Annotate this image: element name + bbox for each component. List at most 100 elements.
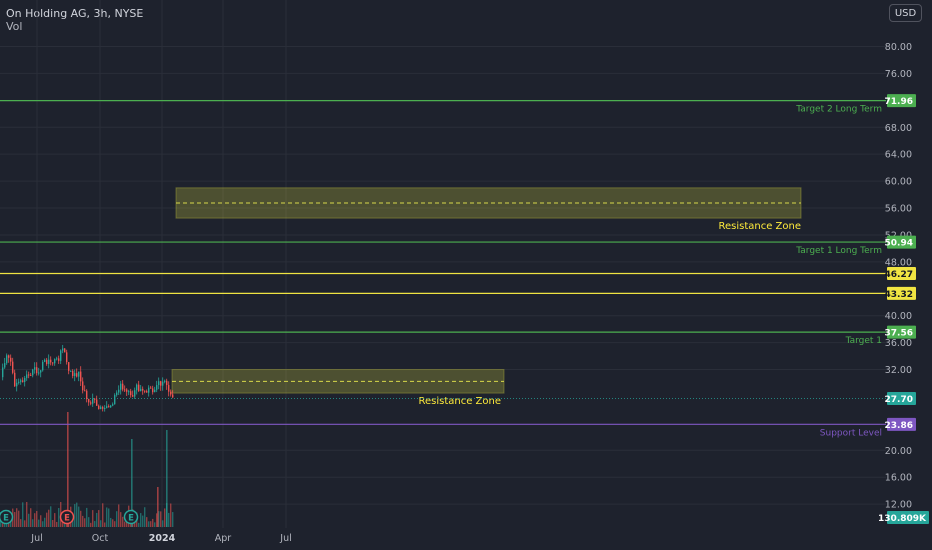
candle-body <box>170 391 172 395</box>
candle-body <box>26 374 28 379</box>
volume-bar <box>98 510 100 527</box>
y-tick-label: 16.00 <box>885 473 912 484</box>
x-tick-label: Oct <box>92 533 109 544</box>
price-level-label: Target 2 Long Term <box>795 105 882 115</box>
candle-body <box>136 384 138 391</box>
volume-bar <box>124 521 126 527</box>
candle-body <box>10 357 12 362</box>
time-axis[interactable]: Jul Oct 2024 Apr Jul <box>30 533 291 544</box>
candle-body <box>62 348 64 351</box>
candle-body <box>104 408 106 410</box>
price-chart[interactable]: Resistance Zone Resistance Zone Target 2 … <box>0 0 932 550</box>
candle-body <box>38 372 40 374</box>
candle-body <box>70 370 72 372</box>
candle-body <box>146 391 148 393</box>
candle-body <box>40 370 42 373</box>
y-tick-label: 48.00 <box>885 257 912 268</box>
candle-body <box>110 405 112 408</box>
volume-bar <box>106 507 108 527</box>
candle-body <box>66 352 68 363</box>
candle-body <box>132 395 134 397</box>
volume-bar <box>88 517 90 527</box>
candle-body <box>44 359 46 362</box>
y-tick-label: 64.00 <box>885 150 912 161</box>
candle-body <box>60 350 62 361</box>
x-tick-label: 2024 <box>149 533 176 544</box>
x-tick-label: Jul <box>30 533 42 544</box>
candle-body <box>120 383 122 390</box>
candle-body <box>20 380 22 382</box>
candle-body <box>108 406 110 408</box>
y-tick-label: 80.00 <box>885 42 912 53</box>
candle-body <box>42 361 44 371</box>
volume-bars <box>0 412 174 527</box>
volume-bar <box>96 512 98 527</box>
candle-body <box>138 384 140 391</box>
volume-bar <box>144 507 146 527</box>
volume-bar <box>54 513 56 527</box>
candle-body <box>92 398 94 404</box>
volume-bar <box>56 521 58 527</box>
candle-body <box>16 382 18 387</box>
candle-body <box>32 369 34 376</box>
volume-bar <box>46 512 48 527</box>
y-tick-label: 60.00 <box>885 177 912 188</box>
volume-bar <box>84 518 86 527</box>
candle-body <box>118 389 120 393</box>
volume-bar <box>38 519 40 527</box>
candle-body <box>172 394 174 398</box>
volume-bar <box>86 507 88 527</box>
volume-bar <box>30 508 32 527</box>
volume-bar <box>154 522 156 527</box>
volume-bar <box>142 515 144 527</box>
price-axis[interactable]: 80.0076.0068.0064.0060.0056.0052.0048.00… <box>878 42 929 524</box>
volume-bar <box>102 503 104 527</box>
price-tag-label: 50.94 <box>885 239 913 249</box>
grid-lines <box>0 0 886 528</box>
candle-body <box>150 387 152 389</box>
volume-bar <box>34 513 36 527</box>
candle-body <box>142 388 144 391</box>
volume-bar <box>16 508 18 527</box>
volume-bar <box>162 520 164 527</box>
volume-bar <box>114 521 116 527</box>
candle-body <box>74 373 76 376</box>
y-tick-label: 40.00 <box>885 311 912 322</box>
candlesticks <box>2 344 174 412</box>
candle-body <box>88 399 90 403</box>
candle-body <box>72 370 74 376</box>
volume-bar <box>22 502 24 527</box>
resistance-zone-label: Resistance Zone <box>418 396 501 407</box>
volume-bar <box>110 517 112 527</box>
candle-body <box>164 380 166 382</box>
volume-bar <box>146 517 148 527</box>
price-tag-label: 23.86 <box>885 421 913 431</box>
volume-bar <box>120 512 122 527</box>
y-tick-label: 20.00 <box>885 446 912 457</box>
price-tag-label: 46.27 <box>885 270 913 280</box>
candle-body <box>112 404 114 406</box>
volume-bar <box>90 522 92 527</box>
candle-body <box>52 362 54 364</box>
y-tick-label: 68.00 <box>885 123 912 134</box>
volume-bar <box>138 522 140 527</box>
volume-bar <box>150 521 152 527</box>
price-tag-label: 43.32 <box>885 290 913 300</box>
candle-body <box>102 407 104 409</box>
volume-bar <box>94 521 96 527</box>
candle-body <box>46 359 48 364</box>
volume-bar <box>67 412 69 527</box>
resistance-zone-label: Resistance Zone <box>718 221 801 232</box>
volume-bar <box>100 520 102 527</box>
volume-bar <box>32 519 34 527</box>
volume-bar <box>140 513 142 527</box>
volume-bar <box>26 501 28 527</box>
candle-body <box>166 380 168 386</box>
candle-body <box>106 406 108 409</box>
candle-body <box>22 380 24 382</box>
candle-body <box>148 387 150 393</box>
candle-body <box>90 402 92 404</box>
x-tick-label: Apr <box>215 533 232 544</box>
candle-body <box>86 390 88 400</box>
candle-body <box>122 383 124 390</box>
